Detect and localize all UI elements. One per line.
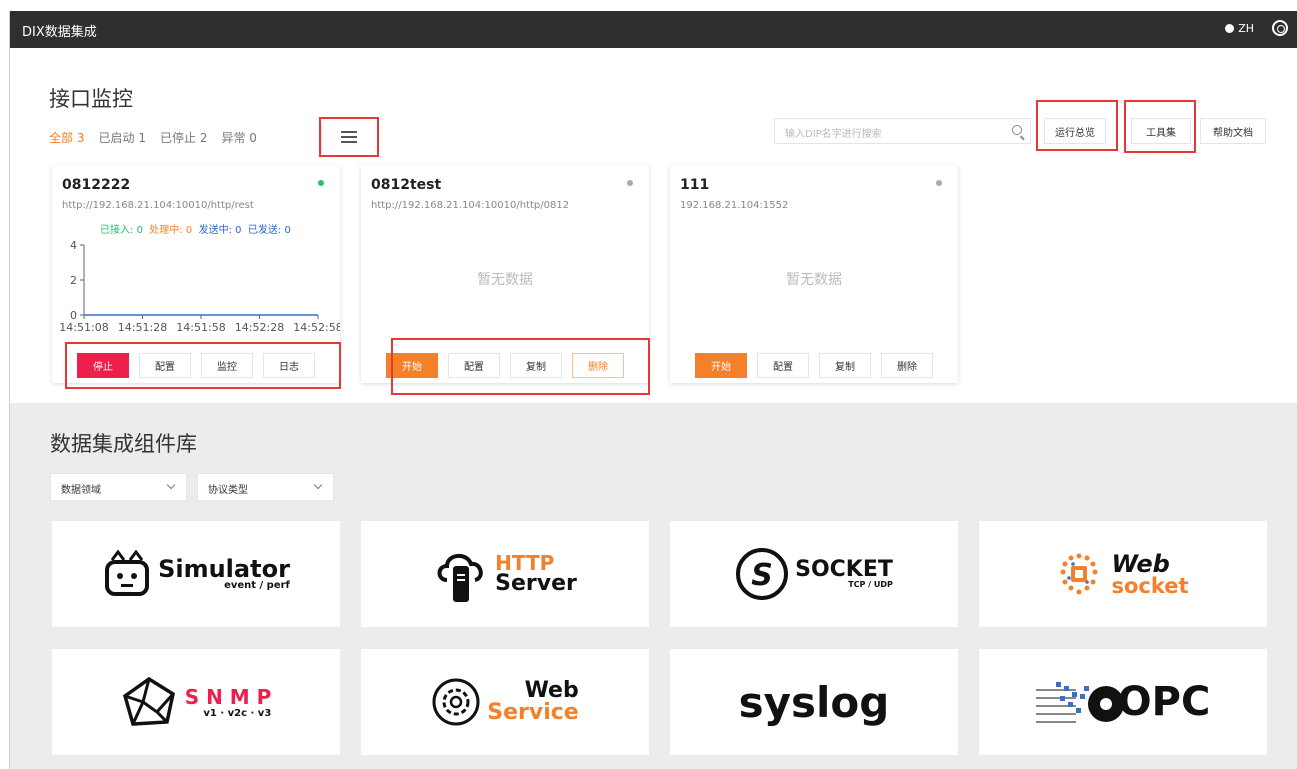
component-web-service[interactable]: Web Service — [361, 649, 649, 755]
component-label: Simulator — [158, 555, 290, 583]
component-snmp[interactable]: S N M P v1 · v2c · v3 — [52, 649, 340, 755]
card-name: 0812test — [371, 177, 442, 193]
counter-sending: 发送中: 0 — [198, 225, 242, 236]
highlight-box — [391, 338, 650, 395]
socket-icon: S — [736, 548, 789, 600]
protocol-type-select[interactable]: 协议类型 — [197, 473, 334, 501]
component-simulator[interactable]: Simulator event / perf — [52, 521, 340, 627]
tab-started[interactable]: 已启动 1 — [98, 129, 145, 146]
copy-button[interactable]: 复制 — [819, 353, 871, 378]
web-service-gear-icon — [432, 678, 480, 726]
robot-icon — [105, 550, 150, 596]
component-sublabel: Service — [487, 700, 579, 725]
card-actions: 开始 配置 复制 删除 — [670, 353, 958, 378]
empty-state-text: 暂无数据 — [477, 272, 533, 288]
library-title: 数据集成组件库 — [50, 432, 197, 456]
counter-processing: 处理中: 0 — [149, 225, 193, 236]
tab-error[interactable]: 异常 0 — [221, 129, 256, 146]
app-title: DIX数据集成 — [22, 25, 97, 40]
status-tabs: 全部 3 已启动 1 已停止 2 异常 0 — [49, 129, 257, 146]
cloud-server-icon — [437, 554, 483, 602]
language-dot-icon — [1225, 24, 1235, 33]
delete-button[interactable]: 删除 — [881, 353, 933, 378]
component-opc[interactable]: OPC — [979, 649, 1267, 755]
component-label: Web — [1111, 549, 1170, 578]
component-socket[interactable]: S SOCKET TCP / UDP — [670, 521, 958, 627]
card-url: http://192.168.21.104:10010/http/0812 — [371, 200, 570, 211]
component-label: OPC — [1117, 679, 1211, 725]
x-tick-label: 14:51:08 — [59, 321, 108, 334]
svg-text:S: S — [751, 558, 773, 593]
highlight-box — [1036, 100, 1118, 151]
component-label: S N M P — [184, 684, 272, 709]
x-tick-label: 14:52:28 — [235, 321, 284, 334]
x-tick-label: 14:52:58 — [293, 321, 340, 334]
counter-received: 已接入: 0 — [100, 225, 143, 236]
highlight-box — [65, 342, 341, 389]
dip-card[interactable]: 111 192.168.21.104:1552 暂无数据 开始 配置 复制 删除 — [670, 165, 958, 383]
traffic-chart: 02414:51:08 14:51:28 14:51:58 14:52:28 14:52… — [59, 239, 340, 334]
language-switch[interactable]: ZH — [1225, 22, 1254, 35]
library-filters: 数据领域 协议类型 — [50, 473, 334, 501]
component-label: Web — [524, 678, 579, 703]
search-icon[interactable] — [1012, 125, 1022, 135]
component-http-server[interactable]: HTTP Server — [361, 521, 649, 627]
settings-gear-icon[interactable] — [1272, 20, 1288, 36]
component-sublabel: Server — [495, 571, 577, 596]
list-menu-button[interactable] — [319, 117, 379, 157]
top-bar: DIX数据集成 ZH — [10, 11, 1297, 48]
tab-all[interactable]: 全部 3 — [49, 129, 84, 146]
language-label: ZH — [1238, 22, 1254, 35]
monitor-title: 接口监控 — [49, 87, 133, 111]
chevron-down-icon — [166, 480, 176, 490]
component-sublabel: v1 · v2c · v3 — [203, 707, 272, 719]
status-dot-icon — [318, 180, 324, 186]
empty-state-text: 暂无数据 — [786, 272, 842, 288]
component-syslog[interactable]: syslog — [670, 649, 958, 755]
search-placeholder: 输入DIP名字进行搜索 — [785, 129, 882, 140]
start-button[interactable]: 开始 — [695, 353, 747, 378]
help-docs-button[interactable]: 帮助文档 — [1200, 118, 1266, 144]
tab-stopped[interactable]: 已停止 2 — [160, 129, 207, 146]
y-tick-label: 2 — [70, 274, 77, 287]
card-url: 192.168.21.104:1552 — [680, 200, 789, 211]
card-counters: 已接入: 0 处理中: 0 发送中: 0 已发送: 0 — [100, 221, 291, 236]
chevron-down-icon — [313, 480, 323, 490]
counter-sent: 已发送: 0 — [247, 225, 291, 236]
status-dot-icon — [627, 180, 633, 186]
y-tick-label: 4 — [70, 239, 77, 252]
app-frame: DIX数据集成 ZH 接口监控 全部 3 已启动 1 已停止 2 异常 0 输入… — [9, 11, 1297, 769]
hamburger-icon — [341, 131, 357, 143]
card-url: http://192.168.21.104:10010/http/rest — [62, 200, 254, 211]
polyhedron-icon — [122, 676, 175, 726]
component-sublabel: TCP / UDP — [848, 580, 893, 589]
component-label: syslog — [738, 677, 890, 727]
status-dot-icon — [936, 180, 942, 186]
data-domain-select[interactable]: 数据领域 — [50, 473, 187, 501]
card-name: 0812222 — [62, 177, 131, 193]
websocket-icon — [1060, 553, 1098, 595]
x-tick-label: 14:51:58 — [176, 321, 225, 334]
component-label: HTTP — [495, 551, 555, 575]
component-websocket[interactable]: Web socket — [979, 521, 1267, 627]
component-sublabel: socket — [1111, 573, 1189, 598]
config-button[interactable]: 配置 — [757, 353, 809, 378]
dip-search-input[interactable]: 输入DIP名字进行搜索 — [774, 118, 1031, 144]
highlight-box — [1124, 100, 1196, 153]
x-tick-label: 14:51:28 — [118, 321, 167, 334]
card-name: 111 — [680, 177, 710, 193]
component-label: SOCKET — [795, 557, 893, 582]
